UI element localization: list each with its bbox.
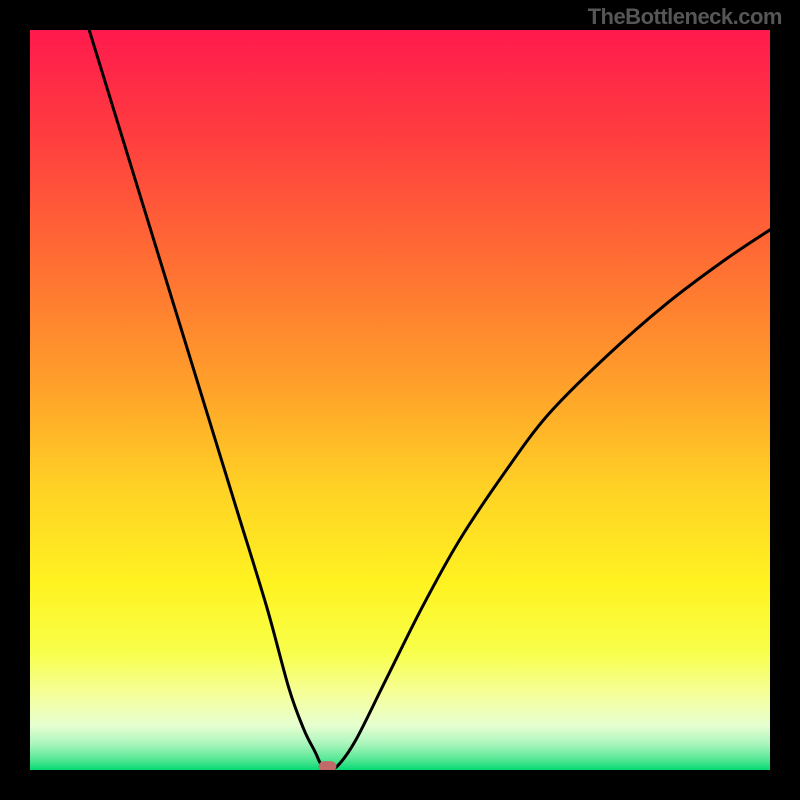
bottleneck-chart [30,30,770,770]
watermark-text: TheBottleneck.com [588,4,782,30]
gradient-background [30,30,770,770]
chart-frame: TheBottleneck.com [0,0,800,800]
optimal-marker [319,761,337,770]
